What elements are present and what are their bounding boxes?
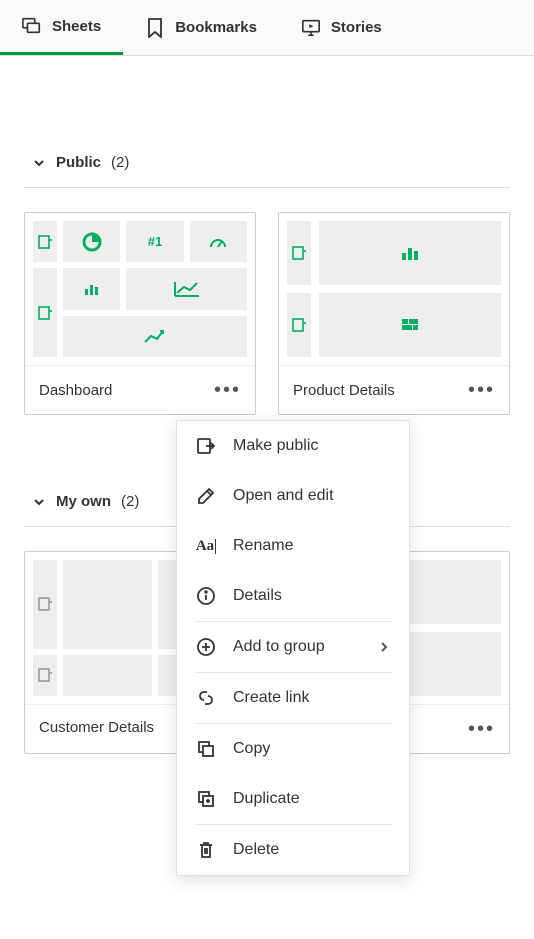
- card-dashboard-footer: Dashboard •••: [25, 365, 255, 414]
- menu-copy-label: Copy: [233, 740, 270, 758]
- pencil-icon: [195, 485, 217, 507]
- tab-bar: Sheets Bookmarks Stories: [0, 0, 534, 56]
- card-dashboard[interactable]: #1 Dashboard •••: [24, 212, 256, 415]
- public-cards: #1 Dashboard •••: [24, 188, 510, 415]
- menu-duplicate[interactable]: Duplicate: [177, 774, 409, 824]
- stories-icon: [301, 18, 321, 38]
- section-public: Public (2) #1 Dashboard •••: [0, 126, 534, 415]
- section-public-label: Public: [56, 154, 101, 171]
- rename-icon: Aa: [195, 535, 217, 557]
- export-icon: [195, 435, 217, 457]
- bookmark-icon: [145, 18, 165, 38]
- section-myown-label: My own: [56, 493, 111, 510]
- menu-make-public[interactable]: Make public: [177, 421, 409, 471]
- chevron-down-icon: [32, 495, 46, 509]
- chevron-right-icon: [377, 640, 391, 654]
- trash-icon: [195, 839, 217, 861]
- card-product-title: Product Details: [293, 382, 395, 399]
- menu-create-link-label: Create link: [233, 689, 309, 707]
- tab-stories-label: Stories: [331, 19, 382, 36]
- hash1-label: #1: [148, 234, 162, 249]
- card-customer-title: Customer Details: [39, 719, 154, 736]
- card-product-preview: [279, 213, 509, 365]
- menu-add-to-group[interactable]: Add to group: [177, 622, 409, 672]
- menu-create-link[interactable]: Create link: [177, 673, 409, 723]
- menu-rename-label: Rename: [233, 537, 293, 555]
- card-dashboard-more[interactable]: •••: [214, 380, 241, 400]
- menu-copy[interactable]: Copy: [177, 724, 409, 774]
- menu-rename[interactable]: Aa Rename: [177, 521, 409, 571]
- card-product-more[interactable]: •••: [468, 380, 495, 400]
- chevron-down-icon: [32, 156, 46, 170]
- menu-delete[interactable]: Delete: [177, 825, 409, 875]
- section-myown-count: (2): [121, 493, 139, 510]
- tab-sheets-label: Sheets: [52, 18, 101, 35]
- card-product[interactable]: Product Details •••: [278, 212, 510, 415]
- context-menu: Make public Open and edit Aa Rename Deta…: [176, 420, 410, 876]
- tab-bookmarks[interactable]: Bookmarks: [123, 0, 279, 55]
- copy-icon: [195, 738, 217, 760]
- menu-duplicate-label: Duplicate: [233, 790, 300, 808]
- menu-open-edit-label: Open and edit: [233, 487, 334, 505]
- menu-details[interactable]: Details: [177, 571, 409, 621]
- menu-delete-label: Delete: [233, 841, 279, 859]
- link-icon: [195, 687, 217, 709]
- section-public-header[interactable]: Public (2): [24, 126, 510, 188]
- card-location-more[interactable]: •••: [468, 719, 495, 739]
- tab-stories[interactable]: Stories: [279, 0, 404, 55]
- menu-make-public-label: Make public: [233, 437, 318, 455]
- menu-open-edit[interactable]: Open and edit: [177, 471, 409, 521]
- card-dashboard-title: Dashboard: [39, 382, 112, 399]
- duplicate-icon: [195, 788, 217, 810]
- card-dashboard-preview: #1: [25, 213, 255, 365]
- plus-circle-icon: [195, 636, 217, 658]
- tab-sheets[interactable]: Sheets: [0, 0, 123, 55]
- tab-bookmarks-label: Bookmarks: [175, 19, 257, 36]
- info-icon: [195, 585, 217, 607]
- menu-add-to-group-label: Add to group: [233, 638, 325, 656]
- menu-details-label: Details: [233, 587, 282, 605]
- sheets-icon: [22, 16, 42, 36]
- section-public-count: (2): [111, 154, 129, 171]
- card-product-footer: Product Details •••: [279, 365, 509, 414]
